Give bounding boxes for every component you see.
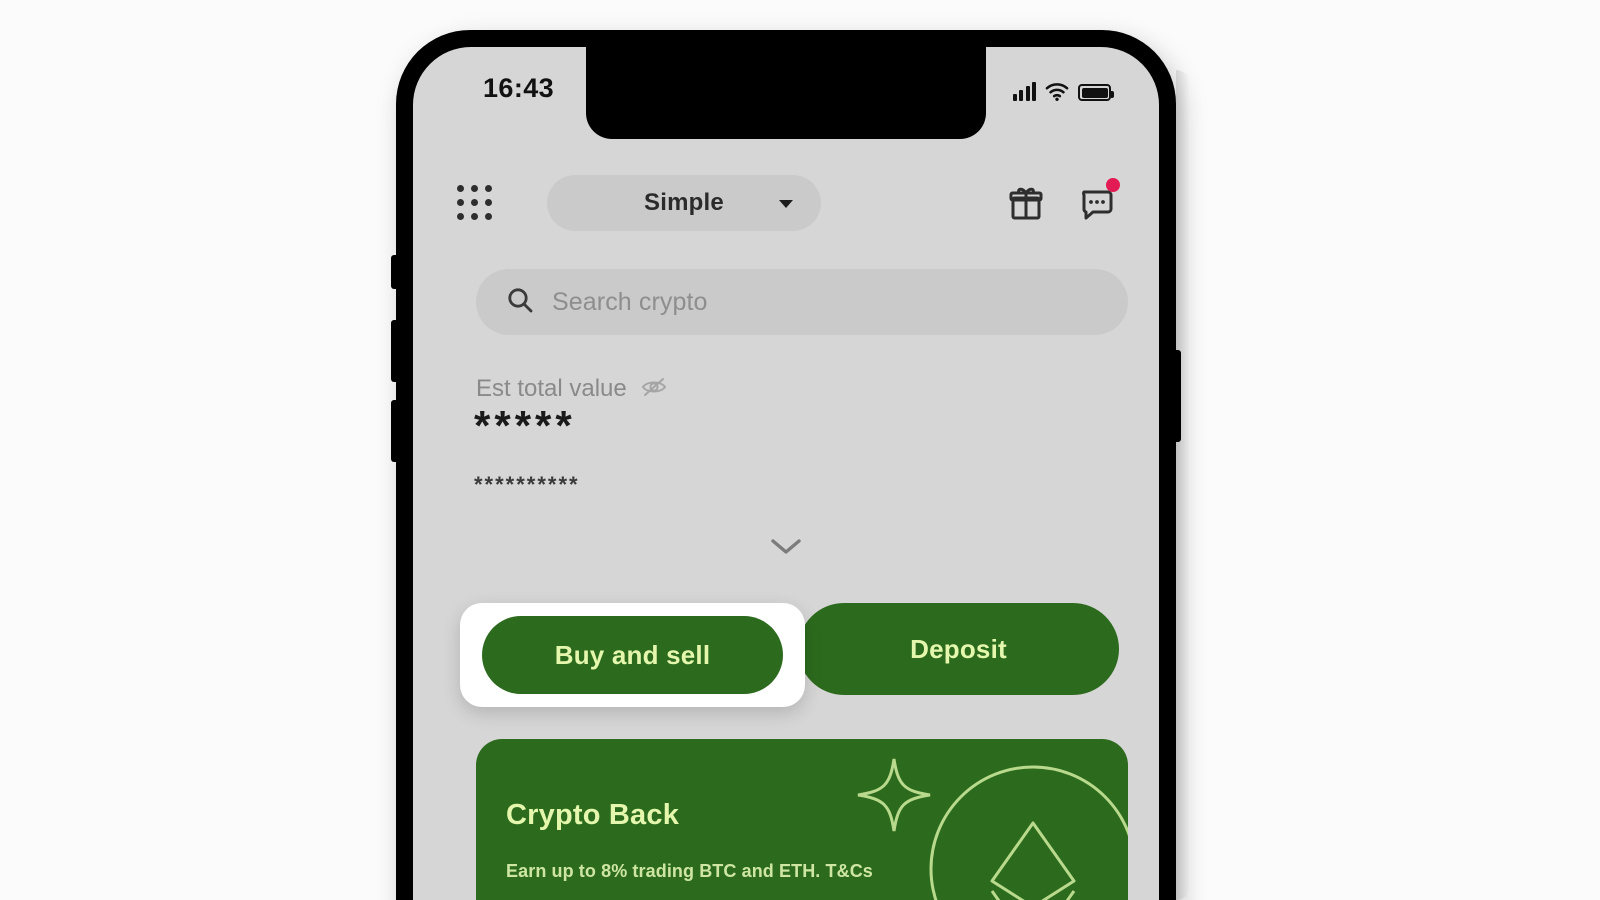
page-canvas: 16:43 Simple Search crypto Est total val… <box>0 0 1600 900</box>
mode-selector-label: Simple <box>644 189 724 216</box>
expand-balance-button[interactable] <box>413 535 1159 557</box>
balance-value-masked: ***** <box>474 402 576 449</box>
battery-icon <box>1078 84 1114 101</box>
promo-circle <box>929 765 1128 900</box>
phone-screen: 16:43 Simple Search crypto Est total val… <box>413 47 1159 900</box>
balance-label: Est total value <box>476 375 627 402</box>
eye-off-icon[interactable] <box>641 376 667 403</box>
mode-selector-dropdown[interactable]: Simple <box>547 175 821 231</box>
header-actions <box>1005 178 1120 224</box>
balance-label-row: Est total value <box>476 375 667 403</box>
gift-icon[interactable] <box>1005 182 1047 224</box>
phone-device-frame: 16:43 Simple Search crypto Est total val… <box>391 30 1190 900</box>
chat-bubble-icon[interactable] <box>1075 178 1120 224</box>
balance-subvalue-masked: ********** <box>474 472 580 497</box>
device-shadow <box>1176 70 1190 900</box>
search-input[interactable]: Search crypto <box>476 269 1128 335</box>
status-time: 16:43 <box>483 73 555 103</box>
buy-and-sell-highlight: Buy and sell <box>460 603 805 707</box>
app-header: Simple <box>413 167 1159 239</box>
chevron-down-icon <box>779 200 793 208</box>
sparkle-icon <box>857 758 931 832</box>
promo-artwork <box>857 758 1128 900</box>
crypto-back-promo-card[interactable]: Crypto Back Earn up to 8% trading BTC an… <box>476 739 1128 900</box>
status-indicators <box>1012 77 1114 101</box>
volume-up-button[interactable] <box>391 320 398 382</box>
status-bar: 16:43 <box>413 47 1159 139</box>
search-icon <box>506 286 534 319</box>
ethereum-diamond-icon <box>990 821 1076 900</box>
notification-badge <box>1106 178 1120 192</box>
search-placeholder: Search crypto <box>552 287 708 316</box>
wifi-icon <box>1045 82 1069 101</box>
chevron-down-icon <box>771 539 801 554</box>
grid-menu-icon[interactable] <box>455 183 495 223</box>
promo-subtitle: Earn up to 8% trading BTC and ETH. T&Cs <box>506 861 873 881</box>
signal-bars-icon <box>1012 81 1036 101</box>
volume-down-button[interactable] <box>391 400 398 462</box>
deposit-button[interactable]: Deposit <box>798 603 1119 695</box>
silence-switch[interactable] <box>391 255 398 289</box>
promo-title: Crypto Back <box>506 799 680 831</box>
buy-and-sell-button[interactable]: Buy and sell <box>482 616 783 694</box>
